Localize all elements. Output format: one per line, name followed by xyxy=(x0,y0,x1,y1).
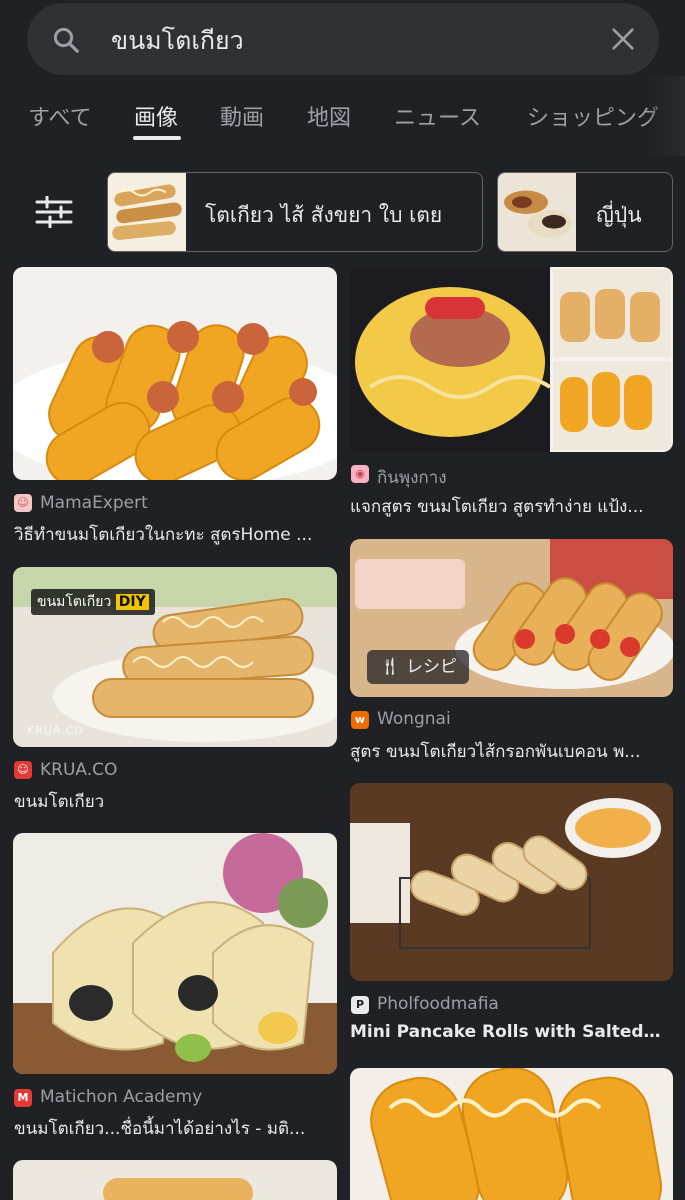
tab-shopping[interactable]: ショッピング xyxy=(527,100,659,132)
result-image[interactable] xyxy=(350,1068,673,1200)
partial-photo xyxy=(350,1068,673,1200)
search-input[interactable]: ขนมโตเกียว xyxy=(111,21,244,61)
chip-japan[interactable]: ญี่ปุ่น xyxy=(497,172,673,252)
result-image[interactable]: ขนมโตเกียว DIY KRUA.CO xyxy=(13,567,337,747)
result-source[interactable]: Wongnai xyxy=(377,709,451,729)
result-caption[interactable]: แจกสูตร ขนมโตเกียว สูตรทำง่าย แป้ง... xyxy=(350,493,666,520)
matichon-favicon-icon: M xyxy=(14,1089,32,1107)
result-caption[interactable]: ขนมโตเกียว...ชื่อนี้มาได้อย่างไร - มติ..… xyxy=(14,1115,330,1142)
result-image[interactable] xyxy=(13,1160,337,1200)
chip-thumbnail xyxy=(498,173,576,251)
search-bar[interactable]: ขนมโตเกียว xyxy=(27,3,659,75)
tune-filter-icon[interactable] xyxy=(34,196,74,228)
result-caption[interactable]: Mini Pancake Rolls with Salted Eg... xyxy=(350,1022,666,1042)
result-image[interactable]: 🍴︎ レシピ xyxy=(350,539,673,697)
partial-photo xyxy=(13,1160,337,1200)
result-image[interactable] xyxy=(350,783,673,981)
result-source[interactable]: Pholfoodmafia xyxy=(377,994,499,1014)
tab-images[interactable]: 画像 xyxy=(134,100,178,132)
result-caption[interactable]: สูตร ขนมโตเกียวไส้กรอกพันเบคอน พ... xyxy=(350,738,666,765)
pig-icon: ◉ xyxy=(351,465,369,483)
chip-thumbnail xyxy=(108,173,186,251)
result-image[interactable] xyxy=(13,833,337,1074)
tab-news[interactable]: ニュース xyxy=(394,100,481,132)
chip-pandan-custard[interactable]: โตเกียว ไส้ สังขยา ใบ เตย xyxy=(107,172,483,252)
pholfoodmafia-photo xyxy=(350,783,673,981)
result-source[interactable]: KRUA.CO xyxy=(40,760,117,780)
crepe-rolls-photo xyxy=(13,267,337,480)
krua-favicon-icon: ☺ xyxy=(14,761,32,779)
kinpungkang-collage xyxy=(350,267,673,452)
image-watermark: KRUA.CO xyxy=(27,724,85,737)
result-source[interactable]: Matichon Academy xyxy=(40,1087,202,1107)
result-source[interactable]: กินพุงกาง xyxy=(377,464,447,491)
fork-knife-icon: 🍴︎ xyxy=(379,657,401,677)
result-image[interactable] xyxy=(13,267,337,480)
tab-all[interactable]: すべて xyxy=(28,100,92,132)
chip-label: โตเกียว ไส้ สังขยา ใบ เตย xyxy=(205,203,443,227)
wongnai-favicon-icon: w xyxy=(351,711,369,729)
image-title-label: ขนมโตเกียว DIY xyxy=(31,589,155,615)
result-caption[interactable]: ขนมโตเกียว xyxy=(14,788,330,815)
result-source[interactable]: MamaExpert xyxy=(40,493,148,513)
tab-videos[interactable]: 動画 xyxy=(220,100,264,132)
tabs-scroll-fade xyxy=(645,76,685,156)
mamaexpert-favicon-icon: ☺ xyxy=(14,494,32,512)
result-caption[interactable]: วิธีทำขนมโตเกียวในกะทะ สูตรHome ... xyxy=(14,521,330,548)
chip-label: ญี่ปุ่น xyxy=(596,203,642,227)
tab-maps[interactable]: 地図 xyxy=(307,100,351,132)
pinterest-favicon-icon: P xyxy=(351,996,369,1014)
search-icon[interactable] xyxy=(51,25,81,55)
close-icon[interactable] xyxy=(609,25,637,53)
search-tabs: すべて 画像 動画 地図 ニュース ショッピング xyxy=(0,86,685,146)
recipe-badge: 🍴︎ レシピ xyxy=(367,650,469,684)
matichon-photo xyxy=(13,833,337,1074)
active-tab-indicator xyxy=(133,136,181,140)
result-image[interactable] xyxy=(350,267,673,452)
